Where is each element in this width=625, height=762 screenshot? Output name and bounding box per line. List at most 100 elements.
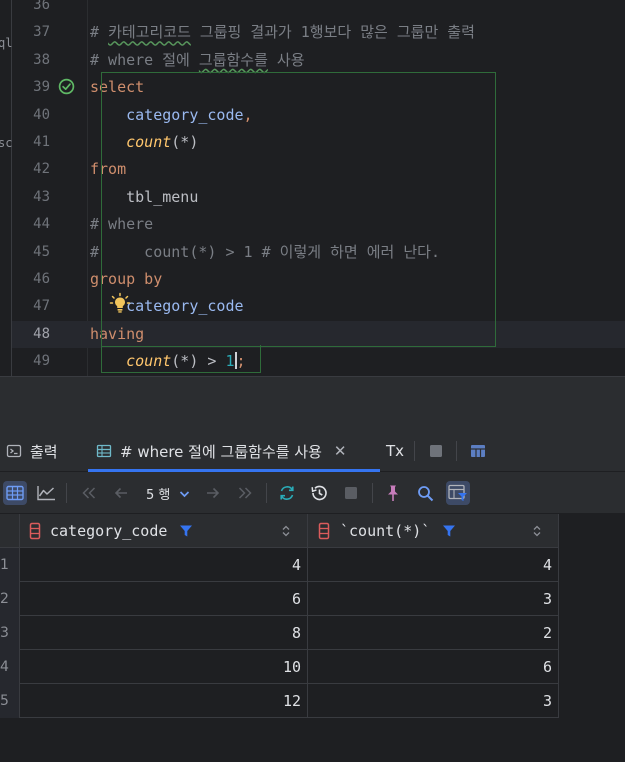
line-number: 41 xyxy=(33,134,50,150)
column-header-count[interactable]: `count(*)` xyxy=(308,514,559,548)
table-row[interactable]: 5 12 3 xyxy=(0,684,559,718)
code-token: select xyxy=(90,78,145,97)
code-editor[interactable]: ql sc 36 37 # 카테고리코드 그룹핑 결과가 1행보다 많은 그룹만 출… xyxy=(0,0,625,376)
code-token: from xyxy=(90,160,127,179)
cell-count[interactable]: 4 xyxy=(308,548,559,582)
cell-count[interactable]: 2 xyxy=(308,616,559,650)
next-page-icon[interactable] xyxy=(201,481,225,505)
first-page-icon[interactable] xyxy=(77,481,101,505)
code-token: ; xyxy=(236,352,246,371)
last-page-icon[interactable] xyxy=(233,481,257,505)
code-line[interactable]: select xyxy=(90,74,144,101)
table-row[interactable]: 4 10 6 xyxy=(0,650,559,684)
result-grid[interactable]: category_code `count(*)` 1 4 4 2 6 3 3 8 2 4 10 6 5 1… xyxy=(0,514,625,762)
line-number: 43 xyxy=(33,188,50,205)
pin-icon[interactable] xyxy=(381,481,405,505)
line-number: 42 xyxy=(33,161,50,178)
column-icon xyxy=(29,522,41,539)
row-number[interactable]: 3 xyxy=(0,616,20,650)
code-line[interactable]: # count(*) > 1 # 이렇게 하면 에러 난다. xyxy=(90,239,440,266)
layout-grid-icon[interactable] xyxy=(466,439,490,463)
table-row[interactable]: 263 xyxy=(0,582,559,616)
code-line[interactable]: from xyxy=(90,156,126,183)
cancel-query-icon[interactable] xyxy=(339,481,363,505)
cell-category-code[interactable]: 8 xyxy=(20,616,308,650)
code-line[interactable]: having xyxy=(90,321,144,348)
page-size-selector[interactable]: 5 행 xyxy=(146,484,190,503)
sort-icon[interactable] xyxy=(282,525,290,537)
code-token: having xyxy=(90,324,145,343)
row-number[interactable]: 1 xyxy=(0,548,20,582)
cell-count[interactable]: 6 xyxy=(308,650,559,684)
table-icon xyxy=(96,444,112,458)
toolbar-separator xyxy=(266,483,267,503)
tab-output[interactable]: 출력 xyxy=(6,430,58,472)
column-icon xyxy=(318,522,330,539)
history-icon[interactable] xyxy=(307,481,331,505)
cell-category-code[interactable]: 4 xyxy=(20,548,308,582)
refresh-icon[interactable] xyxy=(275,481,299,505)
filter-view-icon[interactable] xyxy=(446,481,470,505)
stop-icon[interactable] xyxy=(424,439,448,463)
cell-count[interactable]: 3 xyxy=(308,684,559,718)
table-view-icon[interactable] xyxy=(3,481,27,505)
row-number[interactable]: 2 xyxy=(0,582,20,616)
line-number: 36 xyxy=(33,0,50,13)
column-header-label: `count(*)` xyxy=(340,521,431,540)
tab-output-label: 출력 xyxy=(30,442,58,461)
code-line[interactable]: # where 절에 그룹함수를 사용 xyxy=(90,47,305,74)
close-icon[interactable]: ✕ xyxy=(334,442,347,460)
line-number: 38 xyxy=(33,51,50,68)
gutter-separator xyxy=(87,0,88,376)
previous-page-icon[interactable] xyxy=(109,481,133,505)
sort-icon[interactable] xyxy=(533,525,541,537)
code-token: 그룹함수를 xyxy=(198,50,268,69)
code-token: 그룹핑 결과가 1행보다 많은 그룹만 출력 xyxy=(190,23,475,42)
tab-result-set-label: # where 절에 그룹함수를 사용 xyxy=(120,442,322,461)
row-number[interactable]: 5 xyxy=(0,684,20,718)
console-icon xyxy=(6,444,22,458)
cell-category-code[interactable]: 12 xyxy=(20,684,308,718)
code-token: > xyxy=(198,352,226,371)
strip-fragment: sc xyxy=(0,136,13,150)
tab-result-set[interactable]: # where 절에 그룹함수를 사용 ✕ xyxy=(88,430,380,472)
column-header-category-code[interactable]: category_code xyxy=(20,514,308,548)
code-line[interactable]: # where xyxy=(90,211,153,238)
search-icon[interactable] xyxy=(413,481,437,505)
toolbar-separator xyxy=(414,441,415,461)
table-row[interactable]: 382 xyxy=(0,616,559,650)
cell-category-code[interactable]: 6 xyxy=(20,582,308,616)
strip-fragment: ql xyxy=(0,36,13,50)
filter-icon[interactable] xyxy=(442,524,456,538)
cell-category-code[interactable]: 10 xyxy=(20,650,308,684)
chevron-down-icon xyxy=(180,490,190,497)
execution-success-check-icon[interactable] xyxy=(58,78,75,95)
code-line[interactable]: count(*) > 1; xyxy=(90,348,246,375)
code-line[interactable]: tbl_menu xyxy=(90,184,198,211)
code-token: # xyxy=(90,23,109,42)
code-token: tbl_menu xyxy=(90,187,199,206)
line-number: 39 xyxy=(33,79,50,96)
panel-divider[interactable] xyxy=(0,376,625,430)
code-line[interactable]: category_code, xyxy=(90,102,252,129)
line-number: 40 xyxy=(33,106,50,123)
filter-icon[interactable] xyxy=(179,524,193,538)
code-token: category_code xyxy=(126,105,244,124)
line-number: 45 xyxy=(33,243,50,260)
code-line[interactable]: count(*) xyxy=(90,129,198,156)
code-token: group by xyxy=(90,270,163,288)
code-token: 1 xyxy=(225,352,235,371)
tab-transaction[interactable]: Tx xyxy=(386,430,404,472)
row-number[interactable]: 4 xyxy=(0,650,20,684)
table-row[interactable]: 144 xyxy=(0,548,559,582)
code-token: # where 절에 xyxy=(90,50,199,69)
code-line[interactable]: # 카테고리코드 그룹핑 결과가 1행보다 많은 그룹만 출력 xyxy=(90,19,475,46)
cell-count[interactable]: 3 xyxy=(308,582,559,616)
line-number: 46 xyxy=(33,271,50,287)
code-line[interactable]: group by xyxy=(90,266,162,293)
chart-view-icon[interactable] xyxy=(34,481,58,505)
intention-lightbulb-icon[interactable] xyxy=(109,292,131,314)
